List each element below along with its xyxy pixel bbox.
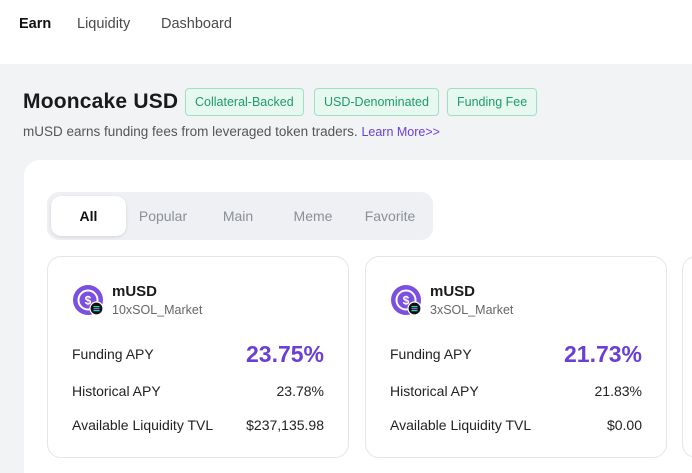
market-name: 10xSOL_Market	[112, 303, 203, 317]
market-card[interactable]: $ mUSD 10xSOL_Market Funding APY 23.75% …	[47, 256, 349, 458]
nav-liquidity[interactable]: Liquidity	[77, 16, 130, 32]
funding-apy-value: 23.75%	[245, 341, 324, 367]
token-name: mUSD	[112, 283, 158, 300]
funding-apy-label: Funding APY	[390, 346, 472, 362]
tvl-value: $237,135.98	[246, 417, 324, 433]
tab-favorite[interactable]: Favorite	[355, 192, 425, 240]
subtitle-text: mUSD earns funding fees from leveraged t…	[23, 124, 358, 139]
tab-all[interactable]: All	[51, 196, 126, 236]
tvl-value: $0.00	[606, 417, 642, 433]
badge-usd-denominated: USD-Denominated	[314, 88, 439, 116]
filter-tabs: All Popular Main Meme Favorite	[47, 192, 433, 240]
nav-earn[interactable]: Earn	[19, 16, 51, 32]
funding-apy-value: 21.73%	[563, 341, 642, 367]
tvl-label: Available Liquidity TVL	[72, 417, 214, 433]
market-card[interactable]: $ mUSD 3xSOL_Market Funding APY 21.73% H…	[365, 256, 667, 458]
market-card-partial[interactable]	[682, 256, 692, 458]
historical-apy-label: Historical APY	[72, 383, 161, 399]
tab-meme[interactable]: Meme	[281, 192, 345, 240]
tab-popular[interactable]: Popular	[131, 192, 195, 240]
top-navigation: Earn Liquidity Dashboard	[0, 0, 692, 64]
historical-apy-label: Historical APY	[390, 383, 479, 399]
tab-main[interactable]: Main	[207, 192, 269, 240]
historical-apy-value: 23.78%	[276, 383, 324, 399]
page-subtitle: mUSD earns funding fees from leveraged t…	[23, 124, 440, 139]
page-title: Mooncake USD	[23, 90, 179, 113]
market-name: 3xSOL_Market	[430, 303, 514, 317]
funding-apy-label: Funding APY	[72, 346, 154, 362]
nav-dashboard[interactable]: Dashboard	[161, 16, 232, 32]
token-name: mUSD	[430, 283, 476, 300]
historical-apy-value: 21.83%	[594, 383, 642, 399]
badge-collateral-backed: Collateral-Backed	[185, 88, 304, 116]
learn-more-link[interactable]: Learn More>>	[361, 125, 440, 139]
badge-funding-fee: Funding Fee	[447, 88, 538, 116]
tvl-label: Available Liquidity TVL	[390, 417, 532, 433]
musd-token-icon: $	[391, 285, 422, 316]
musd-token-icon: $	[73, 285, 104, 316]
